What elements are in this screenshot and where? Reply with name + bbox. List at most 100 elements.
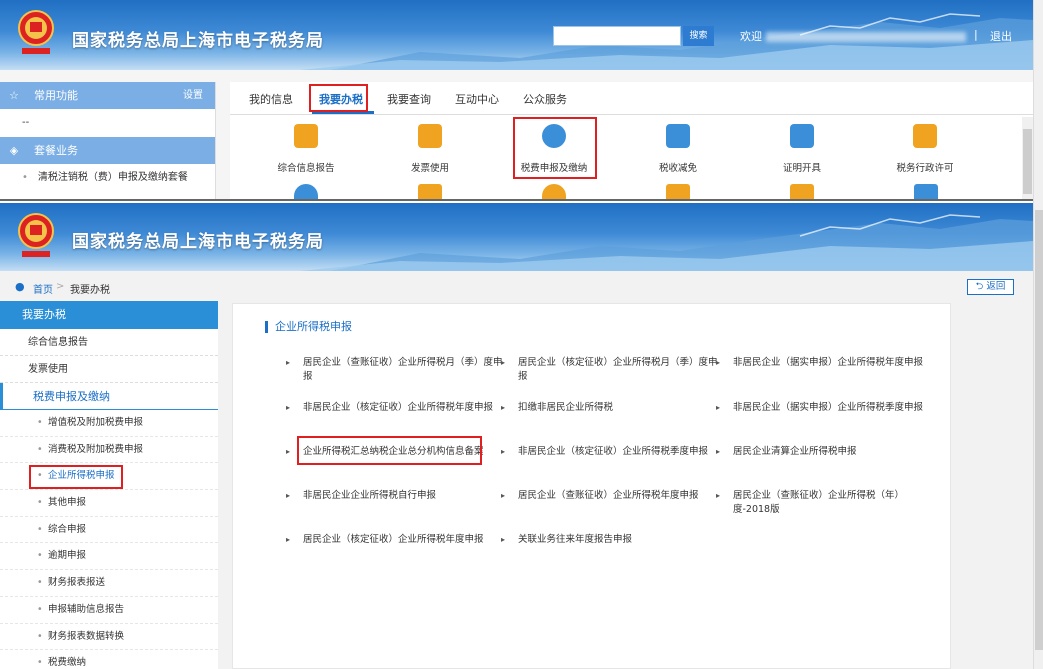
list-item[interactable]: ▸ 居民企业清算企业所得税申报 — [716, 445, 933, 459]
list-item[interactable]: ▸ 非居民企业（核定征收）企业所得税季度申报 — [501, 445, 728, 459]
nav-section-tax-declaration[interactable]: 税费申报及缴纳 — [0, 383, 218, 410]
nav-header[interactable]: 我要办税 — [0, 301, 218, 329]
layers-icon: ◈ — [9, 144, 19, 157]
breadcrumb-home[interactable]: 首页 — [33, 281, 53, 296]
top-screenshot: 国家税务总局上海市电子税务局 搜索 欢迎 | 退出 ☆ 常用功能 设置 -- ◈ 套… — [0, 0, 1033, 201]
list-item[interactable]: ▸ 非居民企业企业所得税自行申报 — [286, 489, 503, 503]
nav-sub-overdue[interactable]: 逾期申报 — [0, 543, 218, 571]
bullet-arrow-icon: ▸ — [286, 403, 291, 412]
partial-service-icon — [542, 184, 566, 199]
list-item[interactable]: ▸ 非居民企业（核定征收）企业所得税年度申报 — [286, 401, 513, 415]
top-left-panel: ☆ 常用功能 设置 -- ◈ 套餐业务 清税注销税（费）申报及缴纳套餐 — [0, 82, 216, 199]
top-scrollbar[interactable] — [1022, 117, 1033, 199]
breadcrumb-separator: > — [56, 281, 65, 292]
common-functions-header[interactable]: ☆ 常用功能 设置 — [0, 82, 215, 109]
item-label: 居民企业（查账征收）企业所得税年度申报 — [518, 490, 699, 501]
package-item[interactable]: 清税注销税（费）申报及缴纳套餐 — [0, 164, 215, 192]
welcome-text: 欢迎 — [740, 28, 966, 44]
tab-query[interactable]: 我要查询 — [387, 91, 431, 107]
item-label: 扣缴非居民企业所得税 — [518, 402, 614, 413]
bullet-arrow-icon: ▸ — [286, 491, 291, 500]
star-icon: ☆ — [9, 89, 19, 102]
site-title: 国家税务总局上海市电子税务局 — [72, 232, 324, 252]
bullet-arrow-icon: ▸ — [716, 358, 721, 367]
partial-service-icon — [418, 184, 442, 199]
package-services-header[interactable]: ◈ 套餐业务 — [0, 137, 215, 164]
search-button[interactable]: 搜索 — [683, 26, 714, 46]
nav-item-info-report[interactable]: 综合信息报告 — [0, 329, 218, 356]
settings-link[interactable]: 设置 — [183, 82, 203, 109]
page-scrollbar[interactable] — [1033, 0, 1043, 669]
top-header-banner: 国家税务总局上海市电子税务局 搜索 欢迎 | 退出 — [0, 0, 1033, 70]
blurred-username — [766, 32, 966, 42]
partial-service-icon — [790, 184, 814, 199]
service-label: 税收减免 — [658, 163, 697, 174]
nav-sub-financial-report[interactable]: 财务报表报送 — [0, 570, 218, 597]
breadcrumb: ● 首页 > 我要办税 ⮌ 返回 — [0, 271, 1033, 301]
nav-sub-data-convert[interactable]: 财务报表数据转换 — [0, 624, 218, 651]
nav-sub-payment[interactable]: 税费缴纳 — [0, 650, 218, 669]
back-button[interactable]: ⮌ 返回 — [967, 279, 1014, 295]
service-label: 税务行政许可 — [896, 163, 954, 174]
back-button-label: 返回 — [986, 281, 1006, 292]
section-title: 企业所得税申报 — [265, 321, 352, 333]
item-label: 非居民企业企业所得税自行申报 — [303, 490, 437, 501]
bullet-arrow-icon: ▸ — [716, 447, 721, 456]
service-admin-license[interactable]: 税务行政许可 — [880, 124, 970, 174]
bullet-arrow-icon: ▸ — [501, 447, 506, 456]
bullet-arrow-icon: ▸ — [286, 535, 291, 544]
list-item[interactable]: ▸ 关联业务往来年度报告申报 — [501, 533, 718, 547]
header-separator: | — [974, 28, 978, 41]
list-item[interactable]: ▸ 居民企业（查账征收）企业所得税年度申报 — [501, 489, 718, 503]
nav-sub-consumption-tax[interactable]: 消费税及附加税费申报 — [0, 437, 218, 464]
list-item[interactable]: ▸ 非居民企业（据实申报）企业所得税年度申报 — [716, 356, 943, 370]
item-label: 非居民企业（据实申报）企业所得税季度申报 — [733, 402, 924, 413]
license-icon — [913, 124, 937, 148]
logout-link[interactable]: 退出 — [990, 28, 1012, 44]
nav-sub-other[interactable]: 其他申报 — [0, 490, 218, 517]
nav-sub-auxiliary-info[interactable]: 申报辅助信息报告 — [0, 597, 218, 624]
bullet-arrow-icon: ▸ — [286, 447, 291, 456]
document-icon — [294, 124, 318, 148]
scrollbar-thumb[interactable] — [1023, 129, 1032, 194]
list-item[interactable]: ▸ 居民企业（查账征收）企业所得税（年）度-2018版 — [716, 489, 928, 517]
item-label: 居民企业清算企业所得税申报 — [733, 446, 857, 457]
bullet-arrow-icon: ▸ — [501, 491, 506, 500]
item-label: 居民企业（核定征收）企业所得税年度申报 — [303, 534, 484, 545]
item-label: 居民企业（查账征收）企业所得税月（季）度申报 — [303, 357, 503, 382]
highlight-tab-box — [309, 84, 368, 112]
list-item[interactable]: ▸ 居民企业（查账征收）企业所得税月（季）度申报 — [286, 356, 503, 384]
nav-item-invoice[interactable]: 发票使用 — [0, 356, 218, 383]
service-info-report[interactable]: 综合信息报告 — [261, 124, 351, 174]
service-invoice[interactable]: 发票使用 — [385, 124, 475, 174]
page-scrollbar-thumb[interactable] — [1035, 210, 1043, 650]
location-pin-icon: ● — [15, 280, 25, 293]
tab-my-info[interactable]: 我的信息 — [249, 91, 293, 107]
item-label: 非居民企业（核定征收）企业所得税季度申报 — [518, 446, 709, 457]
common-functions-empty: -- — [22, 117, 30, 128]
bullet-arrow-icon: ▸ — [716, 403, 721, 412]
list-item[interactable]: ▸ 居民企业（核定征收）企业所得税年度申报 — [286, 533, 503, 547]
search-input[interactable] — [553, 26, 681, 46]
welcome-label: 欢迎 — [740, 30, 762, 43]
common-functions-label: 常用功能 — [34, 89, 78, 102]
nav-sub-comprehensive[interactable]: 综合申报 — [0, 517, 218, 544]
service-certificate[interactable]: 证明开具 — [757, 124, 847, 174]
tax-emblem-logo — [18, 213, 54, 257]
service-tax-reduction[interactable]: 税收减免 — [633, 124, 723, 174]
bullet-arrow-icon: ▸ — [501, 403, 506, 412]
highlight-nav-box — [29, 465, 123, 489]
nav-sub-vat[interactable]: 增值税及附加税费申报 — [0, 410, 218, 437]
partial-service-icon — [914, 184, 938, 199]
item-label: 非居民企业（据实申报）企业所得税年度申报 — [733, 357, 924, 368]
bottom-header-banner: 国家税务总局上海市电子税务局 — [0, 203, 1033, 271]
bullet-arrow-icon: ▸ — [286, 358, 291, 367]
list-item[interactable]: ▸ 居民企业（核定征收）企业所得税月（季）度申报 — [501, 356, 718, 384]
list-item[interactable]: ▸ 扣缴非居民企业所得税 — [501, 401, 718, 415]
list-item[interactable]: ▸ 非居民企业（据实申报）企业所得税季度申报 — [716, 401, 943, 415]
partial-service-icon — [294, 184, 318, 199]
partial-service-icon — [666, 184, 690, 199]
bullet-arrow-icon: ▸ — [716, 491, 721, 500]
tab-public-service[interactable]: 公众服务 — [523, 91, 567, 107]
tab-interaction[interactable]: 互动中心 — [455, 91, 499, 107]
